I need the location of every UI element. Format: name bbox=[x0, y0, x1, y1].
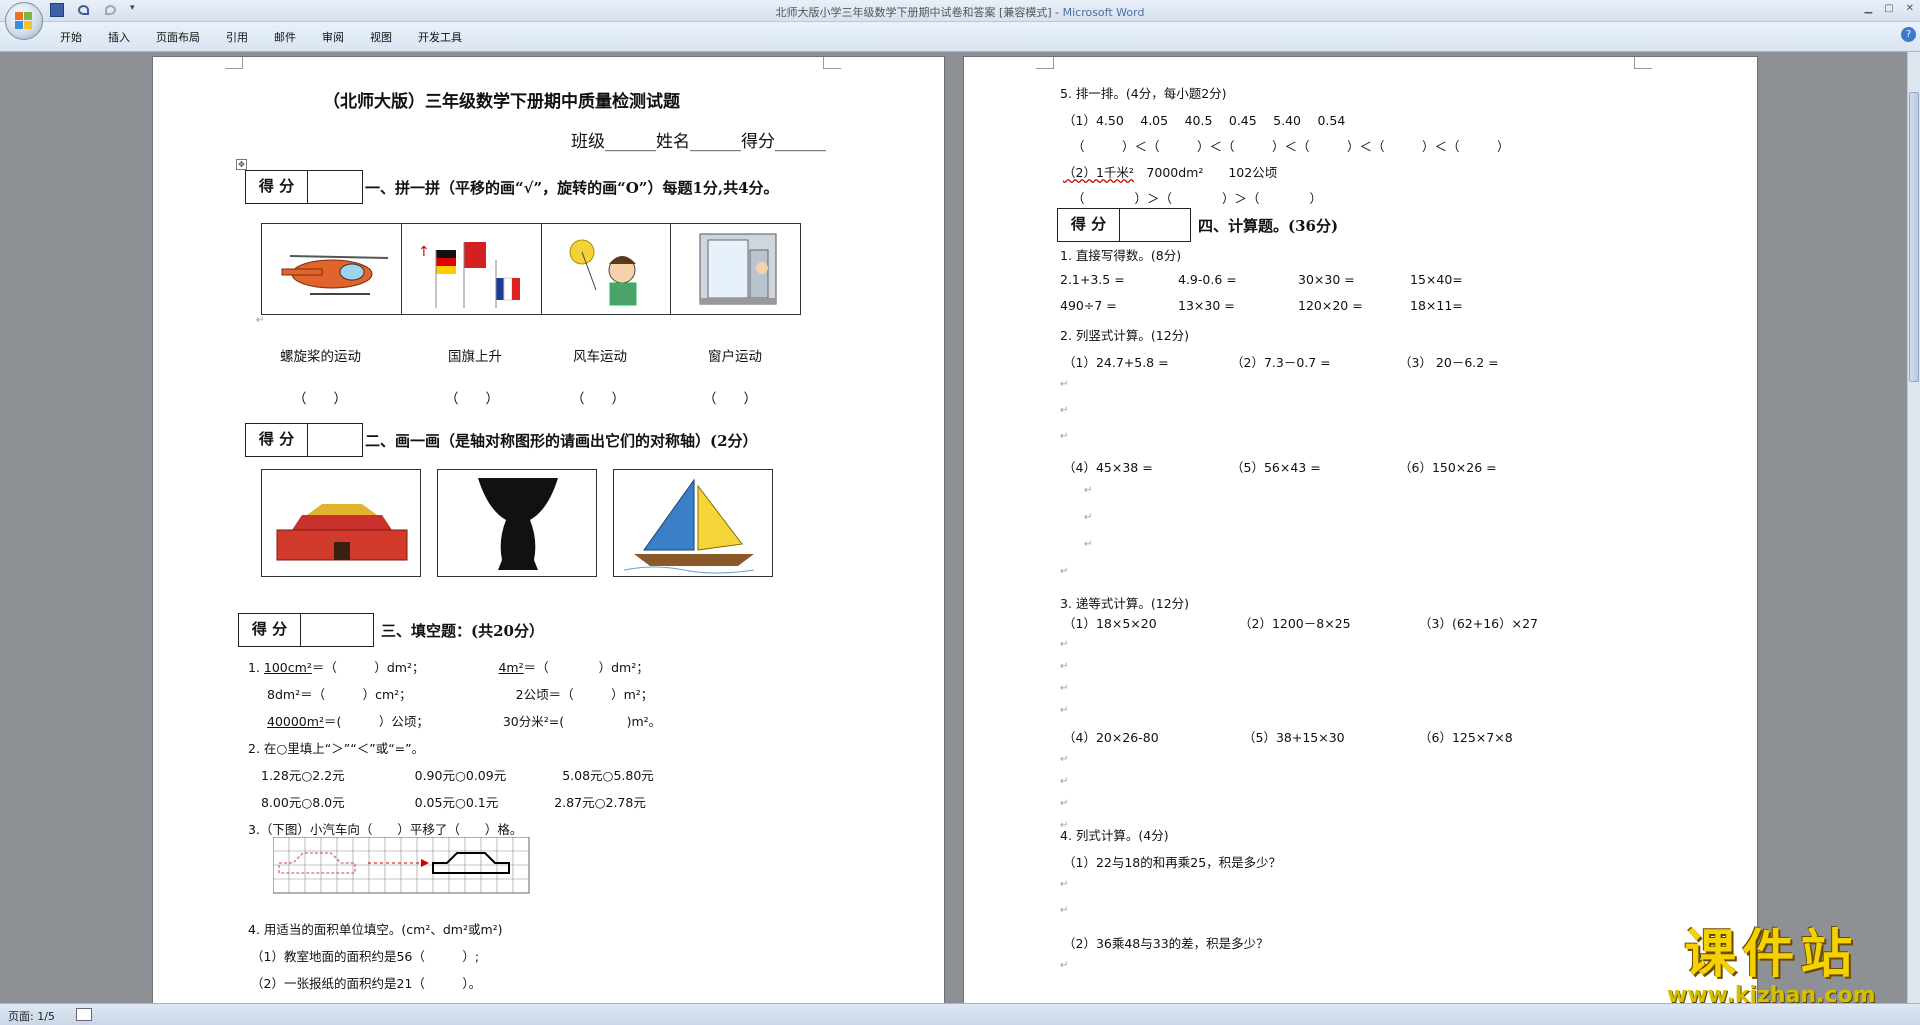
q1-line-3: 40000m²＝( ）公顷； 30分米²=( )m²。 bbox=[267, 714, 662, 729]
q5-2-items: （2）1千米² 7000dm² 102公顷 bbox=[1063, 165, 1278, 180]
calc-1-title: 1. 直接写得数。(8分) bbox=[1060, 248, 1182, 263]
q1-line-2: 8dm²＝（ ）cm²； 2公顷＝（ ）m²； bbox=[267, 687, 654, 702]
window-image bbox=[699, 233, 777, 305]
q3-text: 3.（下图）小汽车向（ ）平移了（ ）格。 bbox=[248, 822, 523, 837]
pinwheel-boy-image bbox=[569, 239, 637, 306]
page-count[interactable]: 页面: 1/5 bbox=[8, 1008, 55, 1024]
q2-row-1: 1.28元○2.2元 0.90元○0.09元 5.08元○5.80元 bbox=[261, 768, 654, 783]
score-box: 得 分 bbox=[245, 423, 363, 457]
calc-4-item-1: （1）22与18的和再乘25，积是多少？ bbox=[1063, 855, 1282, 870]
calc-2-row-2: （4）45×38 = （5）56×43 = （6）150×26 = bbox=[1063, 460, 1497, 475]
class-name-score-line: 班级______姓名______得分______ bbox=[571, 132, 826, 152]
car-grid-diagram bbox=[273, 837, 530, 894]
status-bar: 页面: 1/5 bbox=[0, 1003, 1920, 1025]
q2-title: 2. 在○里填上“＞”“＜”或“=”。 bbox=[248, 741, 425, 756]
motion-pictures-table: ↑ bbox=[261, 223, 801, 315]
q1-line-1: 1. 100cm²＝（ ）dm²； 4m²＝（ ）dm²； bbox=[248, 660, 649, 675]
section-3-heading: 三、填空题：(共20分） bbox=[381, 622, 544, 640]
office-logo-icon bbox=[15, 12, 33, 30]
score-label: 得 分 bbox=[239, 614, 301, 646]
q5-1-blanks: （ ）＜（ ）＜（ ）＜（ ）＜（ ）＜（ ） bbox=[1072, 139, 1510, 154]
score-box: 得 分 bbox=[238, 613, 374, 647]
q2-row-2: 8.00元○8.0元 0.05元○0.1元 2.87元○2.78元 bbox=[261, 795, 646, 810]
vase-faces-image bbox=[437, 469, 597, 577]
flags-image: ↑ bbox=[418, 242, 520, 308]
section-2-heading: 二、画一画（是轴对称图形的请画出它们的对称轴）(2分） bbox=[365, 432, 758, 450]
vertical-scrollbar[interactable] bbox=[1907, 52, 1920, 1003]
caption-propeller: 螺旋桨的运动 bbox=[280, 349, 361, 365]
calc-2-title: 2. 列竖式计算。(12分) bbox=[1060, 328, 1190, 343]
document-page-1[interactable]: （北师大版）三年级数学下册期中质量检测试题 班级______姓名______得分… bbox=[152, 56, 945, 1005]
caption-windmill: 风车运动 bbox=[573, 349, 627, 365]
margin-corner-mark bbox=[1634, 57, 1652, 69]
title-bar: ▾ 北师大版小学三年级数学下册期中试卷和答案 [兼容模式] - Microsof… bbox=[0, 0, 1920, 22]
watermark-logo: 课件站 www.kjzhan.com bbox=[1667, 925, 1876, 1007]
calc-1-row-2: 490÷7 = 13×30 = 120×20 = 18×11= bbox=[1060, 298, 1463, 313]
answer-blank: （ ） bbox=[445, 391, 499, 407]
tab-review[interactable]: 审阅 bbox=[322, 29, 344, 45]
section-4-heading: 四、计算题。(36分) bbox=[1198, 217, 1339, 235]
tab-home[interactable]: 开始 bbox=[60, 29, 82, 45]
answer-blank: （ ） bbox=[703, 391, 757, 407]
close-icon[interactable]: ✕ bbox=[1906, 3, 1914, 14]
paragraph-mark: ↵ bbox=[256, 315, 265, 326]
margin-corner-mark bbox=[225, 57, 243, 69]
office-button[interactable] bbox=[5, 2, 43, 40]
tab-developer[interactable]: 开发工具 bbox=[418, 29, 462, 45]
caption-window: 窗户运动 bbox=[708, 349, 762, 365]
page-title: （北师大版）三年级数学下册期中质量检测试题 bbox=[323, 92, 680, 112]
tiananmen-image bbox=[261, 469, 421, 577]
watermark-text: 课件站 bbox=[1684, 925, 1859, 985]
maximize-icon[interactable]: ▢ bbox=[1884, 3, 1893, 14]
q5-2-blanks: （ ）＞（ ）＞（ ） bbox=[1072, 191, 1323, 206]
calc-1-row-1: 2.1+3.5 = 4.9-0.6 = 30×30 = 15×40= bbox=[1060, 272, 1463, 287]
q4-item-2: （2）一张报纸的面积约是21（ ）。 bbox=[251, 976, 482, 991]
tab-page-layout[interactable]: 页面布局 bbox=[156, 29, 200, 45]
calc-4-title: 4. 列式计算。(4分) bbox=[1060, 828, 1169, 843]
help-icon[interactable]: ? bbox=[1901, 27, 1916, 42]
window-title: 北师大版小学三年级数学下册期中试卷和答案 [兼容模式] - Microsoft … bbox=[775, 6, 1145, 19]
table-move-handle-icon[interactable]: ✥ bbox=[236, 159, 247, 170]
score-label: 得 分 bbox=[246, 424, 308, 456]
margin-corner-mark bbox=[1036, 57, 1054, 69]
ribbon-tab-bar: 开始 插入 页面布局 引用 邮件 审阅 视图 开发工具 ? bbox=[0, 22, 1920, 52]
tab-references[interactable]: 引用 bbox=[226, 29, 248, 45]
proofing-icon[interactable] bbox=[76, 1008, 92, 1021]
score-box: 得 分 bbox=[245, 170, 363, 204]
svg-text:↑: ↑ bbox=[418, 244, 430, 260]
sailboat-image bbox=[613, 469, 773, 577]
section-1-heading: 一、拼一拼（平移的画“√”，旋转的画“O”）每题1分,共4分。 bbox=[365, 179, 779, 197]
minimize-icon[interactable]: ▁ bbox=[1864, 3, 1872, 14]
calc-4-item-2: （2）36乘48与33的差，积是多少？ bbox=[1063, 936, 1269, 951]
calc-2-row-1: （1）24.7+5.8 = （2）7.3－0.7 = （3） 20－6.2 = bbox=[1063, 355, 1499, 370]
calc-3-row-2: （4）20×26-80 （5）38+15×30 （6）125×7×8 bbox=[1063, 730, 1513, 745]
tab-view[interactable]: 视图 bbox=[370, 29, 392, 45]
document-page-2[interactable]: 5. 排一排。(4分，每小题2分) （1）4.50 4.05 40.5 0.45… bbox=[963, 56, 1758, 1005]
margin-corner-mark bbox=[823, 57, 841, 69]
caption-flag: 国旗上升 bbox=[448, 349, 502, 365]
q5-1-numbers: （1）4.50 4.05 40.5 0.45 5.40 0.54 bbox=[1063, 113, 1346, 128]
helicopter-image bbox=[281, 255, 389, 295]
q4-title: 4. 用适当的面积单位填空。(cm²、dm²或m²) bbox=[248, 922, 503, 937]
score-label: 得 分 bbox=[246, 171, 308, 203]
score-label: 得 分 bbox=[1058, 209, 1120, 241]
tab-insert[interactable]: 插入 bbox=[108, 29, 130, 45]
tab-mailings[interactable]: 邮件 bbox=[274, 29, 296, 45]
calc-3-row-1: （1）18×5×20 （2）1200－8×25 （3）(62+16）×27 bbox=[1063, 616, 1538, 631]
score-box: 得 分 bbox=[1057, 208, 1191, 242]
answer-blank: （ ） bbox=[571, 391, 625, 407]
q5-title: 5. 排一排。(4分，每小题2分) bbox=[1060, 86, 1227, 101]
window-controls: ▁ ▢ ✕ bbox=[1864, 3, 1914, 14]
scrollbar-thumb[interactable] bbox=[1909, 92, 1919, 382]
q4-item-1: （1）教室地面的面积约是56（ ）; bbox=[251, 949, 480, 964]
answer-blank: （ ） bbox=[293, 391, 347, 407]
calc-3-title: 3. 递等式计算。(12分) bbox=[1060, 596, 1190, 611]
